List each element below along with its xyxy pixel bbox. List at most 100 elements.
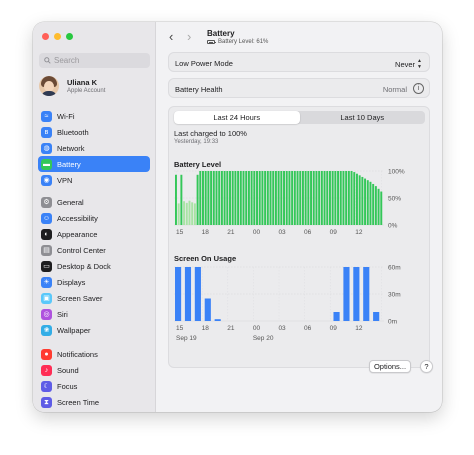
x-tick-label: 12 xyxy=(355,325,363,332)
low-power-mode-popup[interactable]: Never ▲ ▼ xyxy=(395,58,422,70)
back-button[interactable]: ‹ xyxy=(169,30,173,43)
sidebar-item-notifications[interactable]: ● Notifications xyxy=(38,346,150,362)
sidebar-item-battery[interactable]: ▬ Battery xyxy=(38,156,150,172)
options-button[interactable]: Options... xyxy=(369,360,411,373)
battery-level-bar xyxy=(183,201,186,225)
battery-level-bar xyxy=(345,171,348,225)
globe-icon: ◍ xyxy=(41,142,52,154)
battery-level-bar xyxy=(364,178,367,225)
sidebar-item-siri[interactable]: ◎ Siri xyxy=(38,306,150,322)
last-charged-time: Yesterday, 19:33 xyxy=(174,139,219,145)
battery-level-bar xyxy=(196,174,199,225)
focus-icon: ☾ xyxy=(41,380,52,392)
sidebar-item-appearance[interactable]: ◐ Appearance xyxy=(38,226,150,242)
control-center-icon: ▤ xyxy=(41,244,52,256)
close-window-button[interactable] xyxy=(42,33,49,40)
sidebar-group-system: ⚙ General ☺ Accessibility ◐ Appearance ▤ Contro… xyxy=(38,194,150,338)
battery-level-bar xyxy=(369,181,372,225)
x-tick-label: 06 xyxy=(304,229,312,236)
battery-level-bar xyxy=(347,171,350,225)
sidebar-item-control-center[interactable]: ▤ Control Center xyxy=(38,242,150,258)
sidebar-item-label: Wi-Fi xyxy=(57,111,75,121)
sidebar-item-accessibility[interactable]: ☺ Accessibility xyxy=(38,210,150,226)
sidebar-item-screen-saver[interactable]: ▣ Screen Saver xyxy=(38,290,150,306)
sidebar-item-label: Accessibility xyxy=(57,213,98,223)
screen-usage-bar xyxy=(353,267,360,321)
sidebar-item-label: Focus xyxy=(57,381,78,391)
battery-level-bar xyxy=(304,171,307,225)
battery-level-bar xyxy=(285,171,288,225)
sidebar-item-wallpaper[interactable]: ❀ Wallpaper xyxy=(38,322,150,338)
screen-usage-bar xyxy=(363,267,370,321)
minimize-window-button[interactable] xyxy=(54,33,61,40)
battery-level-bar xyxy=(188,200,191,225)
sidebar-item-label: Bluetooth xyxy=(57,127,89,137)
x-tick-label: 03 xyxy=(278,325,286,332)
screen-usage-bar xyxy=(194,267,201,321)
battery-level-bar xyxy=(326,171,329,225)
battery-level-bar xyxy=(331,171,334,225)
sidebar-item-wi-fi[interactable]: ≈ Wi-Fi xyxy=(38,108,150,124)
sidebar-item-bluetooth[interactable]: ʙ Bluetooth xyxy=(38,124,150,140)
sidebar-item-label: Control Center xyxy=(57,245,106,255)
battery-level-bar xyxy=(315,171,318,225)
sidebar-group-notifications: ● Notifications ♪ Sound ☾ Focus ⧗ Screen Time xyxy=(38,346,150,410)
gear-icon: ⚙ xyxy=(41,196,52,208)
info-icon[interactable]: i xyxy=(413,83,424,94)
battery-level-bar xyxy=(264,171,267,225)
tab-last-10-days[interactable]: Last 10 Days xyxy=(300,111,426,124)
sidebar-item-label: Notifications xyxy=(57,349,98,359)
sidebar-item-sound[interactable]: ♪ Sound xyxy=(38,362,150,378)
time-range-segmented-control: Last 24 Hours Last 10 Days xyxy=(174,111,425,124)
sidebar-item-general[interactable]: ⚙ General xyxy=(38,194,150,210)
x-tick-label: 00 xyxy=(253,229,261,236)
x-tick-label: 09 xyxy=(330,229,338,236)
battery-level-bar xyxy=(234,171,237,225)
sidebar-item-network[interactable]: ◍ Network xyxy=(38,140,150,156)
window-controls xyxy=(42,33,73,40)
search-field[interactable] xyxy=(39,53,150,68)
sidebar-item-label: Battery xyxy=(57,159,81,169)
x-tick-label: 06 xyxy=(304,325,312,332)
sidebar-item-desktop-dock[interactable]: ▭ Desktop & Dock xyxy=(38,258,150,274)
forward-button[interactable]: › xyxy=(187,30,191,43)
battery-level-bar xyxy=(301,171,304,225)
sidebar: Uliana K Apple Account ≈ Wi-Fi ʙ Bluetooth ◍… xyxy=(33,22,156,412)
main-pane: ‹ › Battery Battery Level: 61% Low Power… xyxy=(157,22,442,412)
battery-level-bar xyxy=(261,171,264,225)
appearance-icon: ◐ xyxy=(41,228,52,240)
sidebar-item-label: Screen Time xyxy=(57,397,100,407)
screen-usage-bar xyxy=(175,267,182,321)
battery-level-bar xyxy=(307,171,310,225)
battery-level-bar xyxy=(258,171,261,225)
battery-level-bar xyxy=(245,171,248,225)
battery-level-bar xyxy=(310,171,313,225)
x-tick-label: 21 xyxy=(227,325,235,332)
last-charged-text: Last charged to 100% xyxy=(174,129,247,138)
accessibility-icon: ☺ xyxy=(41,212,52,224)
sidebar-item-screen-time[interactable]: ⧗ Screen Time xyxy=(38,394,150,410)
sidebar-item-displays[interactable]: ☀ Displays xyxy=(38,274,150,290)
usage-history-card: Last 24 Hours Last 10 Days Last charged … xyxy=(168,106,430,368)
sidebar-item-focus[interactable]: ☾ Focus xyxy=(38,378,150,394)
x-tick-label: 09 xyxy=(330,325,338,332)
help-button[interactable]: ? xyxy=(420,360,433,373)
search-input[interactable] xyxy=(54,56,144,65)
tab-last-24-hours[interactable]: Last 24 Hours xyxy=(174,111,300,124)
zoom-window-button[interactable] xyxy=(66,33,73,40)
search-icon xyxy=(44,57,51,64)
battery-level-bar xyxy=(328,171,331,225)
apple-account-item[interactable]: Uliana K Apple Account xyxy=(39,76,105,96)
battery-level-bar xyxy=(266,171,269,225)
wifi-icon: ≈ xyxy=(41,110,52,122)
sidebar-item-label: Sound xyxy=(57,365,79,375)
toolbar: ‹ › Battery Battery Level: 61% xyxy=(157,22,442,56)
battery-level-bar xyxy=(283,171,285,225)
battery-level-bar xyxy=(253,171,256,225)
battery-level-bar xyxy=(237,171,240,225)
account-subtitle: Apple Account xyxy=(67,88,106,94)
notifications-icon: ● xyxy=(41,348,52,360)
sidebar-item-vpn[interactable]: ◉ VPN xyxy=(38,172,150,188)
battery-level-chart: 100% 50% 0% 15 18 21 00 03 06 09 12 xyxy=(174,169,405,236)
screen-usage-bar xyxy=(214,319,221,321)
